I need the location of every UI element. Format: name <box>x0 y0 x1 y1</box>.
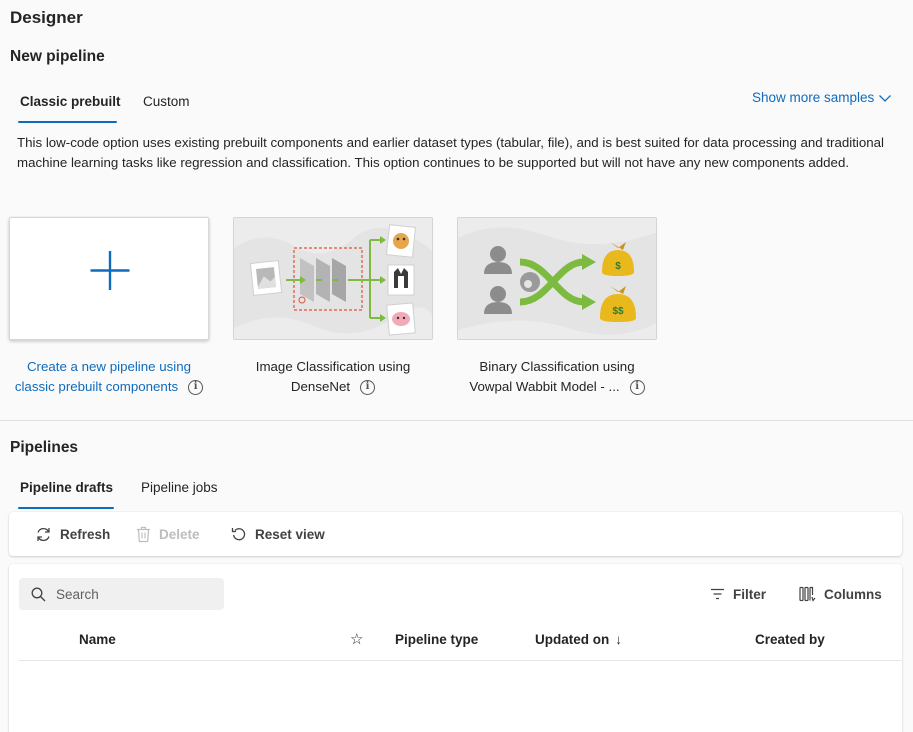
pipelines-heading: Pipelines <box>10 439 79 456</box>
column-header-pipeline-type[interactable]: Pipeline type <box>395 630 478 650</box>
column-header-pipeline-type-label: Pipeline type <box>395 632 479 647</box>
tab-custom[interactable]: Custom <box>142 93 191 111</box>
create-pipeline-card[interactable] <box>9 217 209 340</box>
create-pipeline-caption[interactable]: Create a new pipeline using classic preb… <box>1 357 217 397</box>
binary-classification-line1: Binary Classification using <box>479 359 635 374</box>
info-icon[interactable]: i <box>629 379 645 395</box>
delete-label: Delete <box>159 526 200 542</box>
delete-button[interactable]: Delete <box>136 512 200 556</box>
column-header-created-by[interactable]: Created by <box>755 630 825 650</box>
table-header-divider <box>18 660 902 661</box>
create-pipeline-line1: Create a new pipeline using <box>26 359 192 374</box>
page-title: Designer <box>10 8 83 27</box>
column-header-created-by-label: Created by <box>755 632 825 647</box>
chevron-down-icon <box>879 94 892 102</box>
favorite-star-icon[interactable]: ☆ <box>350 630 363 650</box>
filter-button[interactable]: Filter <box>710 578 766 610</box>
reset-icon <box>231 528 246 541</box>
show-more-samples-link[interactable]: Show more samples <box>752 90 892 105</box>
image-classification-line1: Image Classification using <box>255 359 411 374</box>
column-header-updated-on[interactable]: Updated on ↓ <box>535 630 622 650</box>
image-classification-line2: DenseNet <box>290 379 351 394</box>
pipelines-toolbar: Refresh Delete Reset view <box>9 512 902 556</box>
classic-description: This low-code option uses existing prebu… <box>17 135 885 170</box>
trash-icon <box>137 526 150 542</box>
reset-view-label: Reset view <box>255 526 325 542</box>
info-icon[interactable]: i <box>360 379 376 395</box>
tab-classic-prebuilt[interactable]: Classic prebuilt <box>19 93 122 111</box>
svg-text:$$: $$ <box>612 306 624 317</box>
image-classification-thumbnail <box>234 218 432 339</box>
columns-button[interactable]: Columns <box>799 578 882 610</box>
info-icon[interactable]: i <box>188 379 204 395</box>
column-header-name[interactable]: Name <box>79 630 116 650</box>
image-classification-card[interactable] <box>233 217 433 340</box>
filter-label: Filter <box>733 586 767 602</box>
refresh-icon <box>37 527 50 541</box>
image-classification-caption[interactable]: Image Classification using DenseNet i <box>225 357 441 397</box>
binary-classification-card[interactable]: $ $$ <box>457 217 657 340</box>
pipelines-table-panel: Filter Columns Name ☆ Pipeline type Upda… <box>9 564 902 732</box>
columns-label: Columns <box>824 586 882 602</box>
column-header-name-label: Name <box>79 632 116 647</box>
filter-icon <box>711 588 724 600</box>
tab-active-indicator <box>18 121 117 123</box>
sort-descending-icon: ↓ <box>615 632 622 647</box>
tab-pipeline-drafts[interactable]: Pipeline drafts <box>19 479 114 497</box>
create-pipeline-line2: classic prebuilt components <box>14 379 179 394</box>
refresh-button[interactable]: Refresh <box>35 512 110 556</box>
binary-classification-caption[interactable]: Binary Classification using Vowpal Wabbi… <box>449 357 665 397</box>
reset-view-button[interactable]: Reset view <box>231 512 325 556</box>
columns-icon <box>799 586 816 602</box>
plus-icon <box>90 251 130 290</box>
binary-classification-thumbnail: $ $$ <box>458 218 656 339</box>
show-more-label: Show more samples <box>752 90 875 105</box>
tab-active-indicator <box>18 507 114 509</box>
tab-pipeline-jobs[interactable]: Pipeline jobs <box>140 479 219 497</box>
binary-classification-line2: Vowpal Wabbit Model - ... <box>469 379 620 394</box>
search-input[interactable] <box>56 586 206 602</box>
svg-text:$: $ <box>615 261 621 272</box>
section-divider <box>0 420 913 421</box>
refresh-label: Refresh <box>60 526 111 542</box>
column-header-updated-on-label: Updated on <box>535 632 610 647</box>
new-pipeline-heading: New pipeline <box>10 48 105 65</box>
search-field[interactable] <box>19 578 224 610</box>
search-icon <box>31 587 46 601</box>
